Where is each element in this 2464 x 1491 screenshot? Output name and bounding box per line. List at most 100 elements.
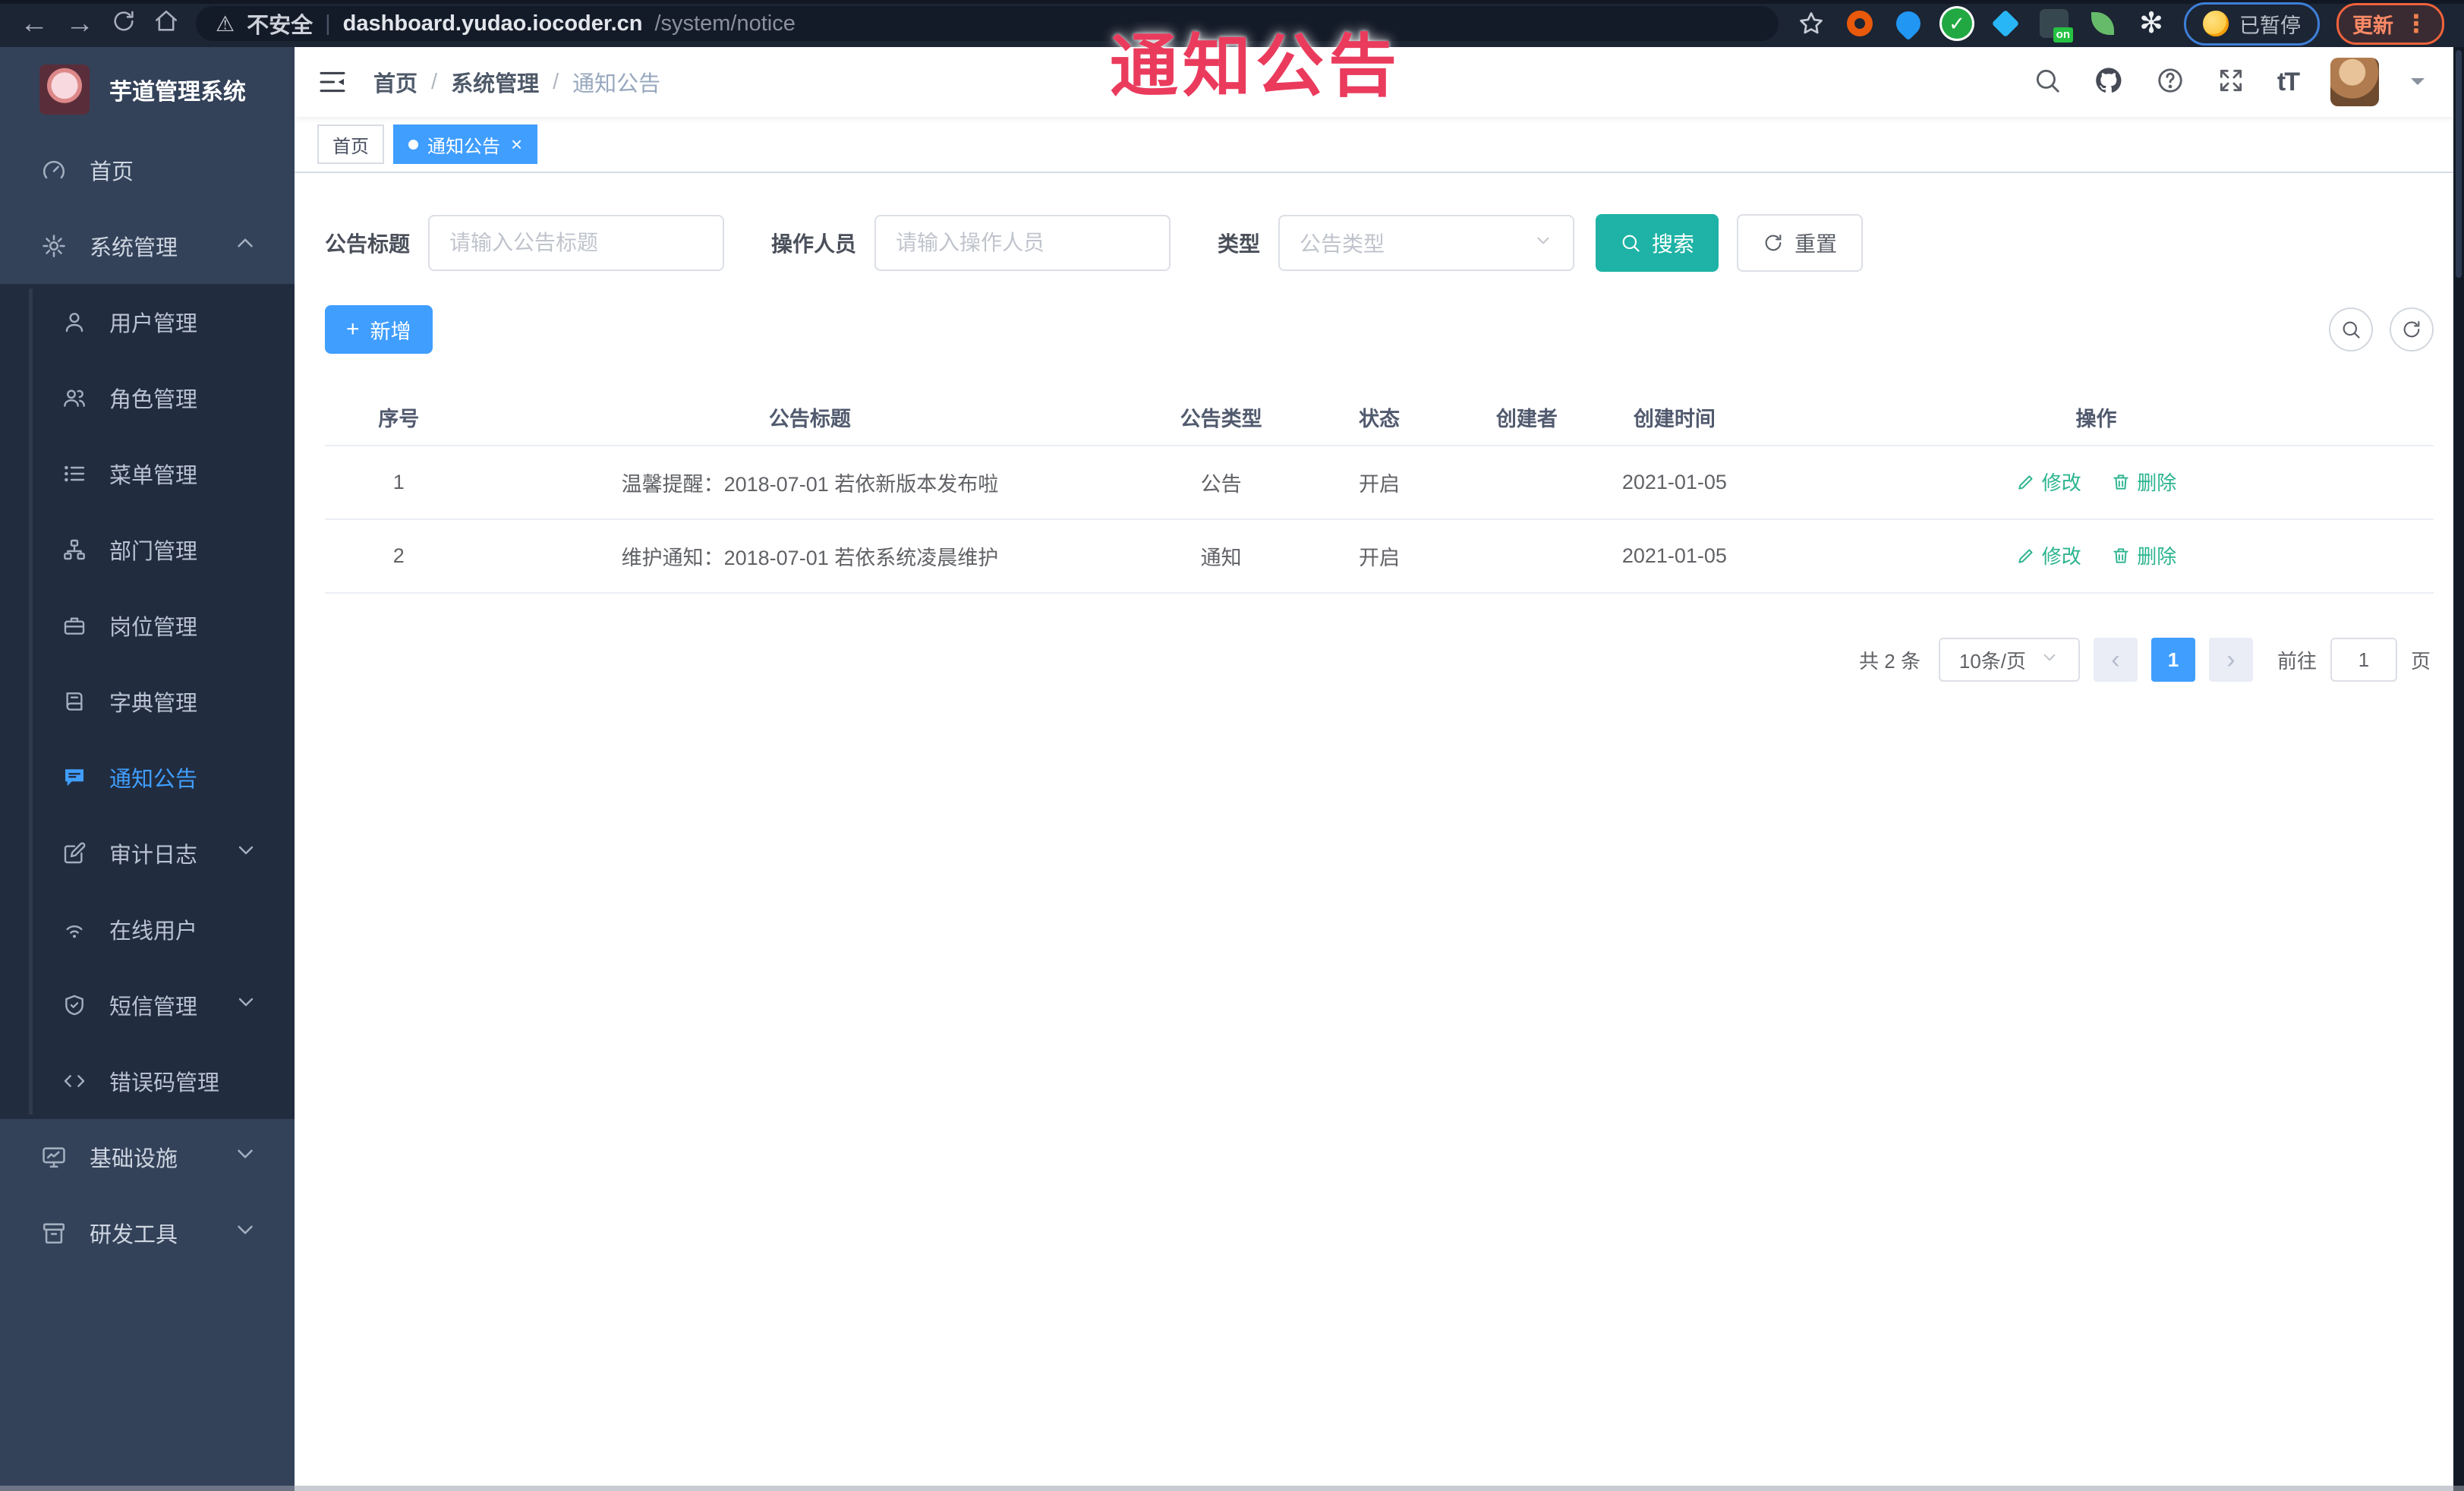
sidebar-collapse-icon[interactable]	[317, 67, 348, 97]
smiley-emoji-icon	[2203, 11, 2229, 36]
message-bubble-icon	[65, 769, 83, 786]
url-host: dashboard.yudao.iocoder.cn	[342, 11, 643, 36]
page-content: 公告标题 操作人员 类型 公告类型	[295, 173, 2464, 1491]
chevron-up-icon	[232, 230, 258, 262]
bookmark-star-icon[interactable]	[1795, 8, 1827, 39]
refresh-icon	[2403, 321, 2420, 338]
briefcase-icon	[64, 617, 85, 635]
tag-home[interactable]: 首页	[317, 125, 384, 164]
sidebar-item-sms[interactable]: 短信管理	[0, 967, 295, 1043]
fullscreen-icon[interactable]	[2217, 66, 2245, 99]
reset-button[interactable]: 重置	[1737, 214, 1864, 272]
browser-reload-icon[interactable]	[111, 8, 137, 39]
paused-label: 已暂停	[2239, 14, 2301, 37]
page-unit-label: 页	[2410, 649, 2431, 673]
edit-button[interactable]: 修改	[2016, 541, 2081, 569]
sidebar-item-roles[interactable]: 角色管理	[0, 360, 295, 436]
refresh-table-button[interactable]	[2390, 307, 2434, 351]
chevron-down-icon	[234, 990, 258, 1020]
search-button[interactable]: 搜索	[1596, 214, 1719, 272]
sidebar-item-departments[interactable]: 部门管理	[0, 512, 295, 588]
github-icon[interactable]	[2094, 65, 2124, 99]
notice-table: 序号 公告标题 公告类型 状态 创建者 创建时间 操作 1 温馨提醒：2018-…	[325, 389, 2434, 594]
sidebar-item-dictionary[interactable]: 字典管理	[0, 664, 295, 739]
sidebar-item-posts[interactable]: 岗位管理	[0, 588, 295, 664]
operator-input[interactable]	[874, 215, 1171, 271]
edit-log-icon	[64, 842, 86, 864]
chevron-down-icon	[2040, 648, 2059, 673]
sidebar-item-dev-tools[interactable]: 研发工具	[0, 1195, 295, 1271]
browser-back-icon[interactable]: ←	[20, 9, 49, 38]
extension-pin-icon[interactable]	[1891, 6, 1926, 41]
sidebar-item-system[interactable]: 系统管理	[0, 208, 295, 284]
sidebar-item-infrastructure[interactable]: 基础设施	[0, 1119, 295, 1195]
table-header-row: 序号 公告标题 公告类型 状态 创建者 创建时间 操作	[325, 389, 2434, 446]
sidebar-item-audit-log[interactable]: 审计日志	[0, 815, 295, 891]
toggle-search-button[interactable]	[2329, 307, 2373, 351]
security-label: 不安全	[247, 14, 314, 38]
pencil-icon	[2018, 549, 2033, 563]
pencil-icon	[2018, 475, 2033, 490]
add-button[interactable]: + 新增	[325, 305, 433, 354]
sidebar-item-menus[interactable]: 菜单管理	[0, 436, 295, 512]
browser-home-icon[interactable]	[153, 8, 179, 39]
delete-button[interactable]: 删除	[2111, 541, 2176, 569]
prev-page-button[interactable]: ‹	[2093, 638, 2138, 682]
user-avatar[interactable]	[2330, 58, 2379, 106]
navbar-actions: tT	[2033, 58, 2425, 106]
help-icon[interactable]	[2156, 66, 2185, 99]
extension-donut-icon[interactable]	[1844, 8, 1876, 39]
app-logo-row[interactable]: 芋道管理系统	[0, 47, 295, 132]
delete-button[interactable]: 删除	[2111, 468, 2176, 496]
extension-flower-icon[interactable]: ✻	[2135, 8, 2167, 39]
url-divider: |	[325, 11, 331, 36]
address-bar[interactable]: ⚠ 不安全 | dashboard.yudao.iocoder.cn /syst…	[196, 6, 1779, 41]
next-page-button[interactable]: ›	[2208, 638, 2253, 682]
book-icon	[66, 692, 83, 711]
page-size-select[interactable]: 10条/页	[1938, 638, 2080, 682]
breadcrumb-home[interactable]: 首页	[373, 66, 417, 98]
sidebar-item-users[interactable]: 用户管理	[0, 284, 295, 360]
user-icon	[65, 313, 83, 333]
extension-switch-icon[interactable]: on	[2038, 8, 2073, 43]
font-size-icon[interactable]: tT	[2277, 68, 2300, 97]
app-title: 芋道管理系统	[109, 80, 246, 105]
avatar-caret-icon[interactable]	[2411, 78, 2425, 92]
sidebar-item-home[interactable]: 首页	[0, 132, 295, 208]
sidebar-item-error-codes[interactable]: 错误码管理	[0, 1043, 295, 1119]
breadcrumb-current: 通知公告	[572, 72, 661, 96]
current-page-button[interactable]: 1	[2150, 638, 2195, 682]
sidebar-item-notice[interactable]: 通知公告	[0, 739, 295, 815]
browser-update-button[interactable]: 更新 ⋮	[2336, 2, 2444, 45]
notice-type-select[interactable]: 公告类型	[1278, 215, 1575, 271]
list-icon	[65, 465, 85, 482]
sidebar-item-online-users[interactable]: 在线用户	[0, 891, 295, 967]
not-secure-warning-icon: ⚠	[216, 11, 235, 36]
notice-title-input[interactable]	[428, 215, 725, 271]
app-logo-avatar	[39, 65, 90, 115]
online-users-icon	[66, 925, 83, 938]
operator-label: 操作人员	[771, 232, 857, 256]
extension-sprout-icon[interactable]	[2087, 8, 2119, 39]
browser-menu-kebab-icon[interactable]: ⋮	[2404, 9, 2428, 38]
browser-forward-icon[interactable]: →	[65, 9, 94, 38]
trash-icon	[2113, 548, 2128, 563]
plus-icon: +	[346, 317, 360, 342]
notice-title-label: 公告标题	[325, 232, 411, 256]
edit-button[interactable]: 修改	[2016, 468, 2081, 496]
tag-notice-active[interactable]: 通知公告 ×	[393, 125, 538, 164]
url-path: /system/notice	[654, 11, 796, 36]
monitor-chart-icon	[43, 1147, 65, 1168]
tag-close-icon[interactable]: ×	[511, 134, 522, 154]
page-scrollbar[interactable]	[2453, 47, 2464, 1491]
extension-diamond-icon[interactable]	[1990, 8, 2021, 39]
goto-page-input[interactable]	[2330, 638, 2397, 682]
breadcrumb-section[interactable]: 系统管理	[451, 66, 539, 98]
header-search-icon[interactable]	[2033, 66, 2062, 99]
chevron-down-icon	[234, 838, 258, 868]
sidebar-menu: 首页 系统管理 用户管理 角色管理 菜单管理 部门管理 岗位管理 字典管理 通知…	[0, 132, 295, 1271]
chevron-down-icon	[1533, 231, 1553, 256]
code-brackets-icon	[64, 1075, 85, 1087]
profile-paused-badge[interactable]: 已暂停	[2184, 2, 2320, 46]
extension-green-icon[interactable]: ✓	[1941, 8, 1973, 39]
